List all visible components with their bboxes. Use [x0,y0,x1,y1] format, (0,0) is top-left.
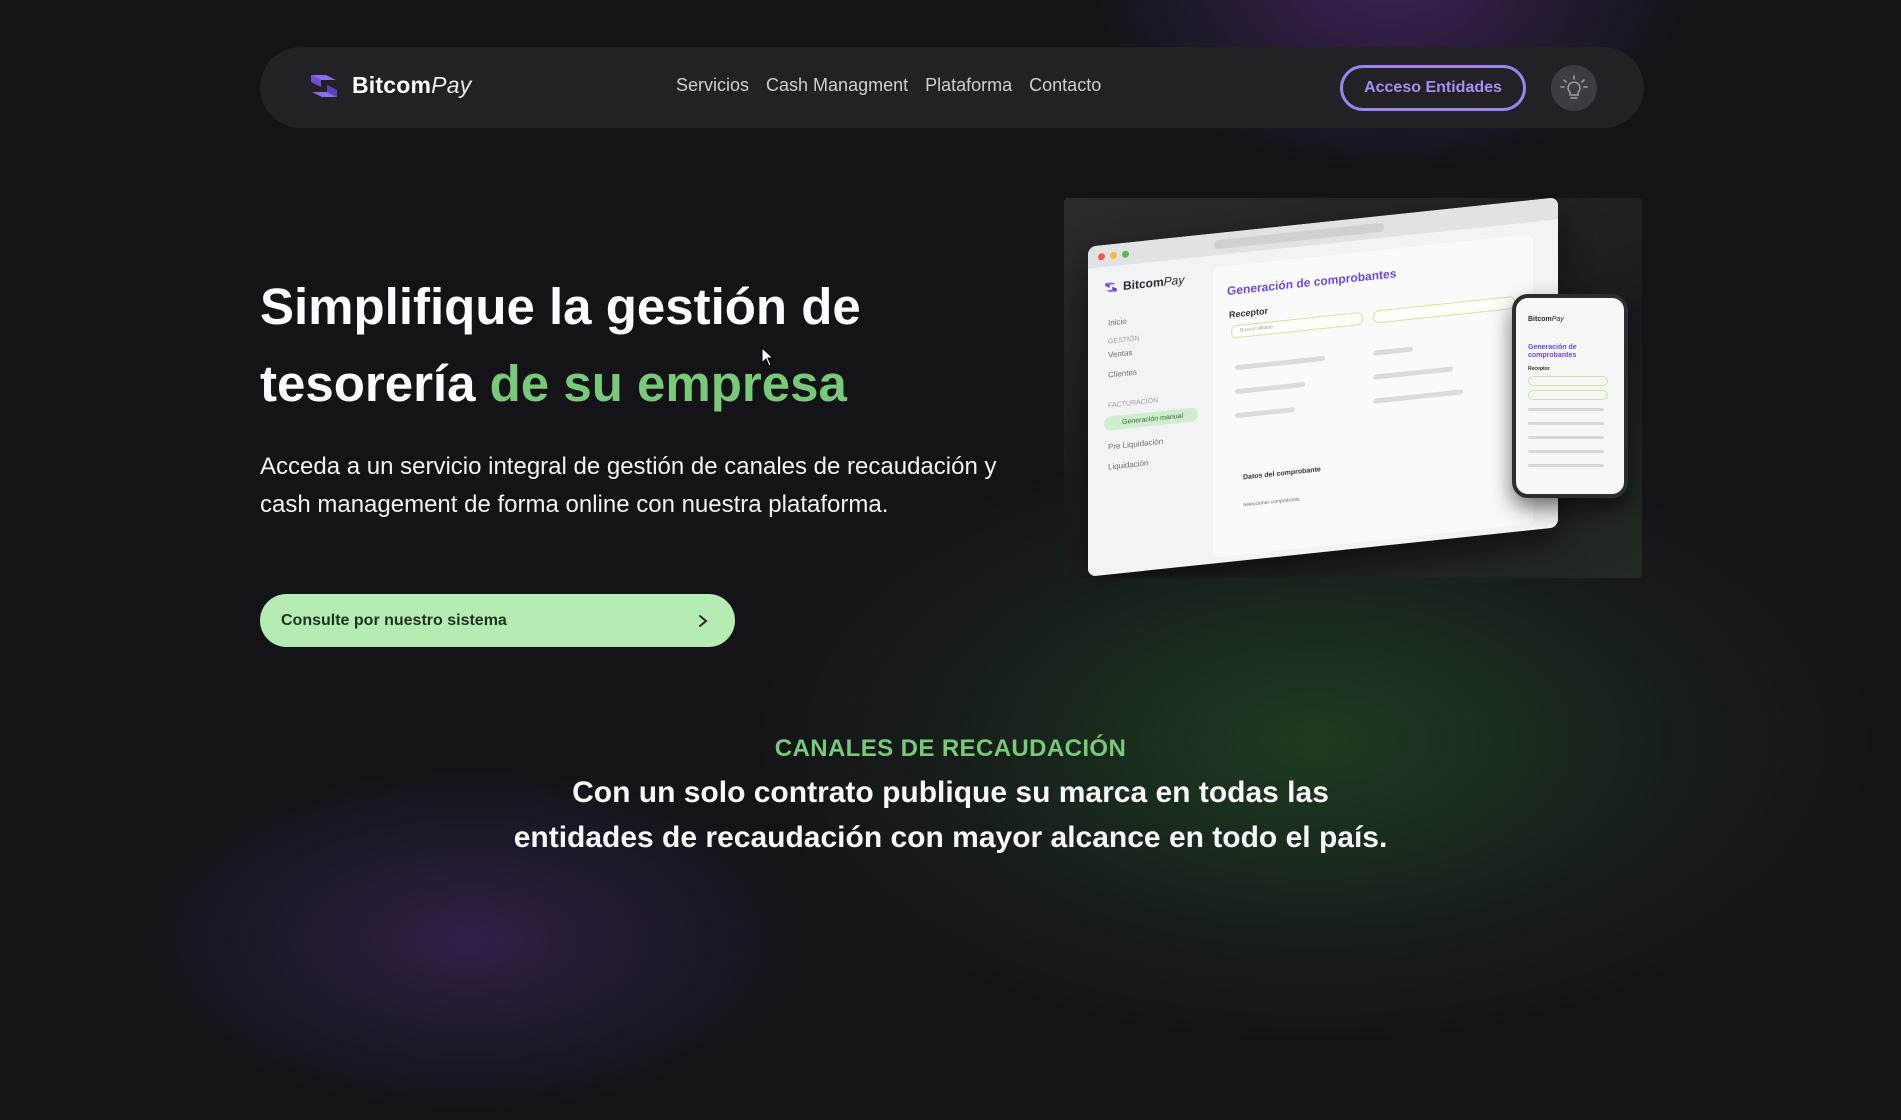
nav-link-plataforma[interactable]: Plataforma [925,75,1012,96]
mockup-blur-line [1373,366,1453,380]
mockup-blur-line [1235,406,1295,419]
top-navbar: BitcomPay Servicios Cash Managment Plata… [260,47,1644,128]
hero-title-accent: de su empresa [489,355,847,412]
mockup-receptor-label: Receptor [1229,305,1269,320]
maximize-dot [1122,249,1129,258]
phone-field [1528,390,1608,400]
nav-link-servicios[interactable]: Servicios [676,75,749,96]
mockup-brand: BitcomPay [1104,273,1184,295]
phone-blur-line [1528,464,1604,467]
nav-link-contacto[interactable]: Contacto [1029,75,1101,96]
mockup-section-gestion: GESTIÓN [1108,335,1140,346]
phone-page-title: Generación de comprobantes [1528,344,1577,359]
mockup-blur-line [1373,346,1413,356]
mockup-blur-line [1235,381,1305,395]
mockup-menu-ventas: Ventas [1108,348,1133,360]
chevron-right-icon [699,614,708,627]
mockup-search-field-2 [1373,295,1515,324]
phone-screen: BitcomPay Generación de comprobantes Rec… [1512,294,1628,498]
mockup-menu-preliquidacion: Pre Liquidación [1108,436,1164,452]
canales-title: Con un solo contrato publique su marca e… [513,776,1388,854]
phone-blur-line [1528,436,1604,439]
mockup-menu-clientes: Clientes [1108,367,1137,380]
mockup-menu-active: Generación manual [1104,407,1198,432]
mouse-cursor-icon [761,347,775,367]
mockup-sidebar: BitcomPay Inicio GESTIÓN Ventas Clientes… [1088,256,1213,577]
mockup-section-facturacion: FACTURACIÓN [1108,397,1159,410]
consulte-sistema-button[interactable]: Consulte por nuestro sistema [260,594,735,647]
hero-subtitle: Acceda a un servicio integral de gestión… [260,453,997,518]
mockup-blur-line [1373,389,1463,404]
mockup-blur-line [1235,355,1325,371]
nav-link-cash-managment[interactable]: Cash Managment [766,75,908,96]
acceso-entidades-button[interactable]: Acceso Entidades [1340,65,1526,111]
phone-blur-line [1528,422,1604,425]
theme-toggle-button[interactable] [1551,65,1597,111]
bitcompay-logo-icon [1105,282,1117,293]
platform-mockup-image: BitcomPay Inicio GESTIÓN Ventas Clientes… [1064,198,1642,578]
address-bar [1214,222,1384,249]
canales-kicker: CANALES DE RECAUDACIÓN [774,735,1127,762]
brand-logo[interactable]: BitcomPay [308,72,471,99]
cta-label: Consulte por nuestro sistema [281,611,507,629]
lightbulb-icon [1560,75,1588,99]
phone-field [1528,376,1608,386]
mockup-tipo-placeholder: Seleccionar comprobante [1243,496,1300,509]
laptop-screen: BitcomPay Inicio GESTIÓN Ventas Clientes… [1088,198,1558,577]
phone-blur-line [1528,450,1604,453]
phone-blur-line [1528,408,1604,411]
mockup-menu-inicio: Inicio [1108,316,1127,328]
mockup-menu-liquidacion: Liquidación [1108,458,1149,472]
close-dot [1098,252,1105,261]
phone-receptor-label: Receptor [1528,366,1550,372]
minimize-dot [1110,251,1117,259]
mockup-datos-label: Datos del comprobante [1243,466,1321,482]
phone-brand: BitcomPay [1528,316,1564,323]
bitcompay-logo-icon [311,74,337,97]
nav-links: Servicios Cash Managment Plataforma Cont… [676,75,1101,96]
hero-title: Simplifique la gestión de tesorería de s… [260,278,861,412]
mockup-page-title: Generación de comprobantes [1227,266,1397,299]
brand-name: BitcomPay [352,72,472,98]
mockup-main-panel: Generación de comprobantes Receptor Busc… [1213,233,1533,558]
